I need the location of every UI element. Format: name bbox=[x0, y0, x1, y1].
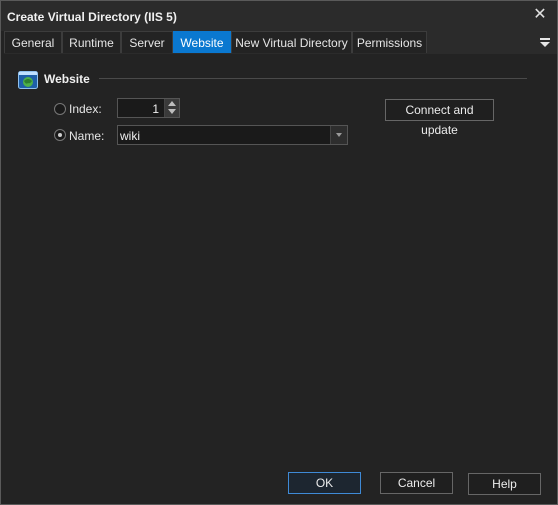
name-value: wiki bbox=[120, 129, 140, 143]
window-title: Create Virtual Directory (IIS 5) bbox=[7, 10, 177, 24]
title-bar: Create Virtual Directory (IIS 5) ✕ bbox=[1, 1, 557, 31]
name-radio[interactable] bbox=[54, 129, 66, 141]
tab-bar: General Runtime Server Website New Virtu… bbox=[4, 31, 557, 54]
stepper-up-icon[interactable] bbox=[168, 101, 176, 106]
close-icon[interactable]: ✕ bbox=[531, 6, 549, 24]
index-stepper[interactable]: 1 bbox=[117, 98, 180, 118]
tab-content-website: Website Index: 1 Name: wiki Connect and … bbox=[4, 54, 554, 456]
name-label: Name: bbox=[69, 129, 105, 143]
stepper-buttons[interactable] bbox=[164, 99, 179, 117]
website-globe-icon bbox=[18, 71, 38, 89]
ok-button[interactable]: OK bbox=[288, 472, 361, 494]
tab-server[interactable]: Server bbox=[121, 31, 173, 53]
tab-permissions[interactable]: Permissions bbox=[352, 31, 427, 53]
group-title: Website bbox=[44, 72, 90, 86]
connect-and-update-button[interactable]: Connect and update bbox=[385, 99, 494, 137]
tab-website[interactable]: Website bbox=[173, 31, 231, 53]
tab-overflow-menu-icon[interactable] bbox=[539, 36, 551, 48]
tab-runtime[interactable]: Runtime bbox=[62, 31, 121, 53]
index-radio[interactable] bbox=[54, 103, 66, 115]
help-button[interactable]: Help bbox=[468, 473, 541, 495]
chevron-down-icon bbox=[336, 133, 342, 137]
combo-dropdown-button[interactable] bbox=[330, 126, 347, 144]
index-label: Index: bbox=[69, 102, 102, 116]
tab-general[interactable]: General bbox=[4, 31, 62, 53]
name-combobox[interactable]: wiki bbox=[117, 125, 348, 145]
index-value: 1 bbox=[152, 102, 159, 116]
cancel-button[interactable]: Cancel bbox=[380, 472, 453, 494]
group-divider bbox=[99, 78, 527, 79]
tab-new-virtual-directory[interactable]: New Virtual Directory bbox=[231, 31, 352, 53]
stepper-down-icon[interactable] bbox=[168, 109, 176, 114]
dialog-window: Create Virtual Directory (IIS 5) ✕ Gener… bbox=[0, 0, 558, 505]
